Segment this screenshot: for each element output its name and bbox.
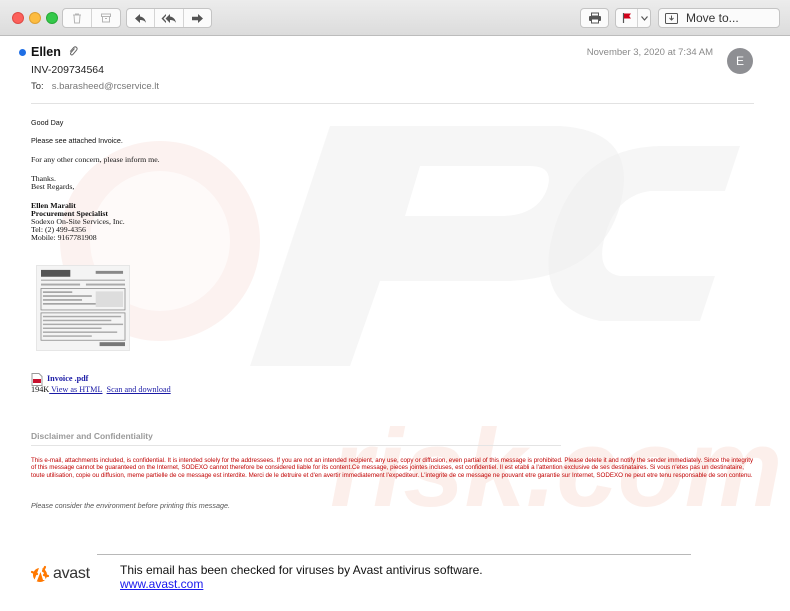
flag-menu-button[interactable] (637, 9, 650, 27)
move-to-icon (665, 12, 678, 24)
message-subject: INV-209734564 (31, 64, 104, 76)
flag-button[interactable] (616, 9, 637, 27)
forward-icon (191, 13, 203, 23)
to-label: To: (31, 81, 44, 92)
attachment-meta: 194K View as HTML Scan and download (31, 385, 171, 394)
message-date: November 3, 2020 at 7:34 AM (586, 47, 713, 58)
trash-icon (73, 13, 82, 24)
avast-logo-icon (30, 565, 50, 582)
print-button[interactable] (580, 8, 609, 28)
avast-logo[interactable]: avast (30, 564, 90, 584)
reply-all-button[interactable] (154, 9, 182, 27)
invoice-thumbnail-image[interactable] (36, 265, 130, 351)
body-line-1: Please see attached Invoice. (31, 136, 123, 145)
move-to-label: Move to... (686, 11, 739, 25)
avast-link[interactable]: www.avast.com (120, 577, 203, 591)
avast-wordmark: avast (53, 565, 90, 582)
minimize-window-button[interactable] (29, 12, 41, 24)
chevron-down-icon (640, 15, 648, 21)
zoom-window-button[interactable] (46, 12, 58, 24)
move-to-button[interactable]: Move to... (658, 8, 780, 28)
forward-button[interactable] (182, 9, 211, 27)
scan-and-download-link[interactable]: Scan and download (107, 385, 171, 394)
reply-icon (135, 13, 147, 23)
reply-all-icon (161, 13, 176, 23)
avast-divider (97, 554, 691, 555)
archive-icon (101, 13, 112, 23)
disclaimer-title: Disclaimer and Confidentiality (31, 431, 153, 441)
attachment-size: 194K (31, 385, 50, 394)
recipient-address[interactable]: s.barasheed@rcservice.lt (52, 81, 159, 92)
sender-name[interactable]: Ellen (31, 45, 61, 59)
avatar: E (727, 48, 753, 74)
close-window-button[interactable] (12, 12, 24, 24)
paperclip-icon (69, 46, 78, 56)
print-icon (588, 12, 601, 24)
attachment-name[interactable]: Invoice .pdf (47, 374, 88, 383)
regards-line: Best Regards, (31, 182, 75, 191)
header-divider (31, 103, 754, 104)
unread-indicator (19, 49, 26, 56)
view-as-html-link[interactable]: View as HTML (49, 385, 102, 394)
message-view: Ellen November 3, 2020 at 7:34 AM E INV-… (0, 36, 790, 611)
flag-group (615, 8, 651, 28)
greeting: Good Day (31, 118, 64, 127)
disclaimer-text: This e-mail, attachments included, is co… (31, 457, 754, 479)
delete-archive-group (62, 8, 121, 28)
signature-mobile: Mobile: 9167781908 (31, 233, 97, 242)
avast-checked-text: This email has been checked for viruses … (120, 563, 483, 577)
toolbar: Move to... (0, 0, 790, 36)
delete-button[interactable] (63, 9, 91, 27)
environment-note: Please consider the environment before p… (31, 501, 230, 510)
flag-icon (622, 13, 631, 23)
body-line-2: For any other concern, please inform me. (31, 155, 160, 164)
archive-button[interactable] (91, 9, 120, 27)
reply-group (126, 8, 212, 28)
disclaimer-divider (31, 445, 561, 446)
to-line: To: s.barasheed@rcservice.lt (31, 81, 159, 92)
reply-button[interactable] (127, 9, 154, 27)
